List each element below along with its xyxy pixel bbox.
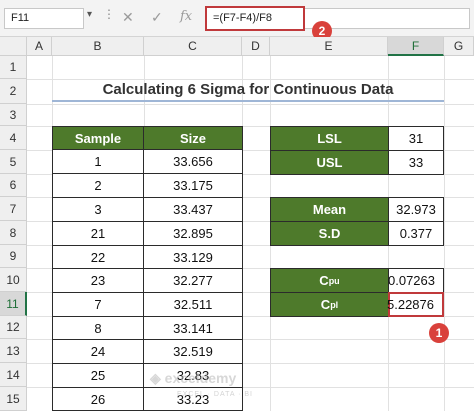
row-header-13[interactable]: 13: [0, 339, 27, 363]
sample-header[interactable]: Sample: [52, 126, 144, 150]
callout-badge-cell: 1: [429, 323, 449, 343]
sd-value[interactable]: 0.377: [388, 221, 444, 246]
sample-cell[interactable]: 8: [52, 316, 144, 340]
sample-cell[interactable]: 25: [52, 363, 144, 388]
row-header-14[interactable]: 14: [0, 363, 27, 387]
column-header-g[interactable]: G: [444, 37, 474, 56]
sample-cell[interactable]: 26: [52, 387, 144, 411]
cpu-label-sub: pu: [328, 275, 340, 286]
cpl-label-sub: pl: [330, 299, 339, 310]
sample-cell[interactable]: 23: [52, 268, 144, 293]
row-header-12[interactable]: 12: [0, 316, 27, 339]
gridline: [27, 104, 474, 105]
sd-label[interactable]: S.D: [270, 221, 389, 246]
row-header-9[interactable]: 9: [0, 245, 27, 268]
cpu-label[interactable]: Cpu: [270, 268, 389, 293]
size-cell[interactable]: 33.129: [143, 245, 243, 269]
name-box[interactable]: F11: [4, 8, 84, 29]
size-cell[interactable]: 33.175: [143, 173, 243, 198]
size-cell[interactable]: 33.141: [143, 316, 243, 340]
row-header-11[interactable]: 11: [0, 292, 27, 316]
sheet-title[interactable]: Calculating 6 Sigma for Continuous Data: [52, 79, 444, 102]
insert-function-icon[interactable]: fx: [180, 9, 192, 24]
column-header-c[interactable]: C: [144, 37, 242, 56]
size-cell[interactable]: 32.519: [143, 339, 243, 364]
row-header-15[interactable]: 15: [0, 387, 27, 411]
watermark-brand: exceldemy: [164, 370, 237, 386]
usl-value[interactable]: 33: [388, 150, 444, 175]
sample-cell[interactable]: 2: [52, 173, 144, 198]
sample-cell[interactable]: 21: [52, 221, 144, 246]
sample-cell[interactable]: 24: [52, 339, 144, 364]
column-header-a[interactable]: A: [27, 37, 52, 56]
select-all-corner[interactable]: [0, 37, 27, 56]
cpl-value-selected-cell[interactable]: 5.22876: [387, 292, 444, 317]
size-header[interactable]: Size: [143, 126, 243, 150]
cpl-label[interactable]: Cpl: [270, 292, 389, 317]
usl-label[interactable]: USL: [270, 150, 389, 175]
more-icon: ⋮: [103, 7, 115, 21]
lsl-value[interactable]: 31: [388, 126, 444, 151]
size-cell[interactable]: 32.511: [143, 292, 243, 317]
row-header-1[interactable]: 1: [0, 56, 27, 79]
row-header-3[interactable]: 3: [0, 104, 27, 126]
column-header-f[interactable]: F: [388, 37, 444, 56]
mean-value[interactable]: 32.973: [388, 197, 444, 222]
size-cell[interactable]: 32.895: [143, 221, 243, 246]
size-cell[interactable]: 33.656: [143, 149, 243, 174]
size-cell[interactable]: 33.437: [143, 197, 243, 222]
watermark-logo: ◈ exceldemy: [150, 370, 237, 386]
row-header-2[interactable]: 2: [0, 79, 27, 104]
column-header-b[interactable]: B: [52, 37, 144, 56]
row-header-7[interactable]: 7: [0, 197, 27, 221]
column-header-d[interactable]: D: [242, 37, 270, 56]
row-header-6[interactable]: 6: [0, 174, 27, 197]
enter-icon[interactable]: ✓: [151, 9, 163, 26]
cpu-label-text: C: [319, 273, 329, 288]
size-cell[interactable]: 32.277: [143, 268, 243, 293]
row-header-5[interactable]: 5: [0, 150, 27, 174]
formula-input[interactable]: =(F7-F4)/F8: [205, 6, 305, 31]
row-header-8[interactable]: 8: [0, 221, 27, 245]
sample-cell[interactable]: 7: [52, 292, 144, 317]
row-header-4[interactable]: 4: [0, 126, 27, 150]
cancel-icon[interactable]: ✕: [122, 9, 134, 26]
chevron-down-icon[interactable]: ▾: [87, 9, 92, 20]
watermark-tagline: EXCEL · DATA · BI: [177, 391, 253, 398]
column-header-e[interactable]: E: [270, 37, 388, 56]
cpu-value[interactable]: 0.07263: [388, 268, 444, 293]
gridline: [444, 56, 445, 411]
sample-cell[interactable]: 3: [52, 197, 144, 222]
lsl-label[interactable]: LSL: [270, 126, 389, 151]
mean-label[interactable]: Mean: [270, 197, 389, 222]
sample-cell[interactable]: 1: [52, 149, 144, 174]
sample-cell[interactable]: 22: [52, 245, 144, 269]
formula-bar: F11 ▾ ⋮ ✕ ✓ fx =(F7-F4)/F8: [0, 0, 474, 37]
cpl-label-text: C: [320, 297, 331, 312]
row-header-10[interactable]: 10: [0, 268, 27, 292]
